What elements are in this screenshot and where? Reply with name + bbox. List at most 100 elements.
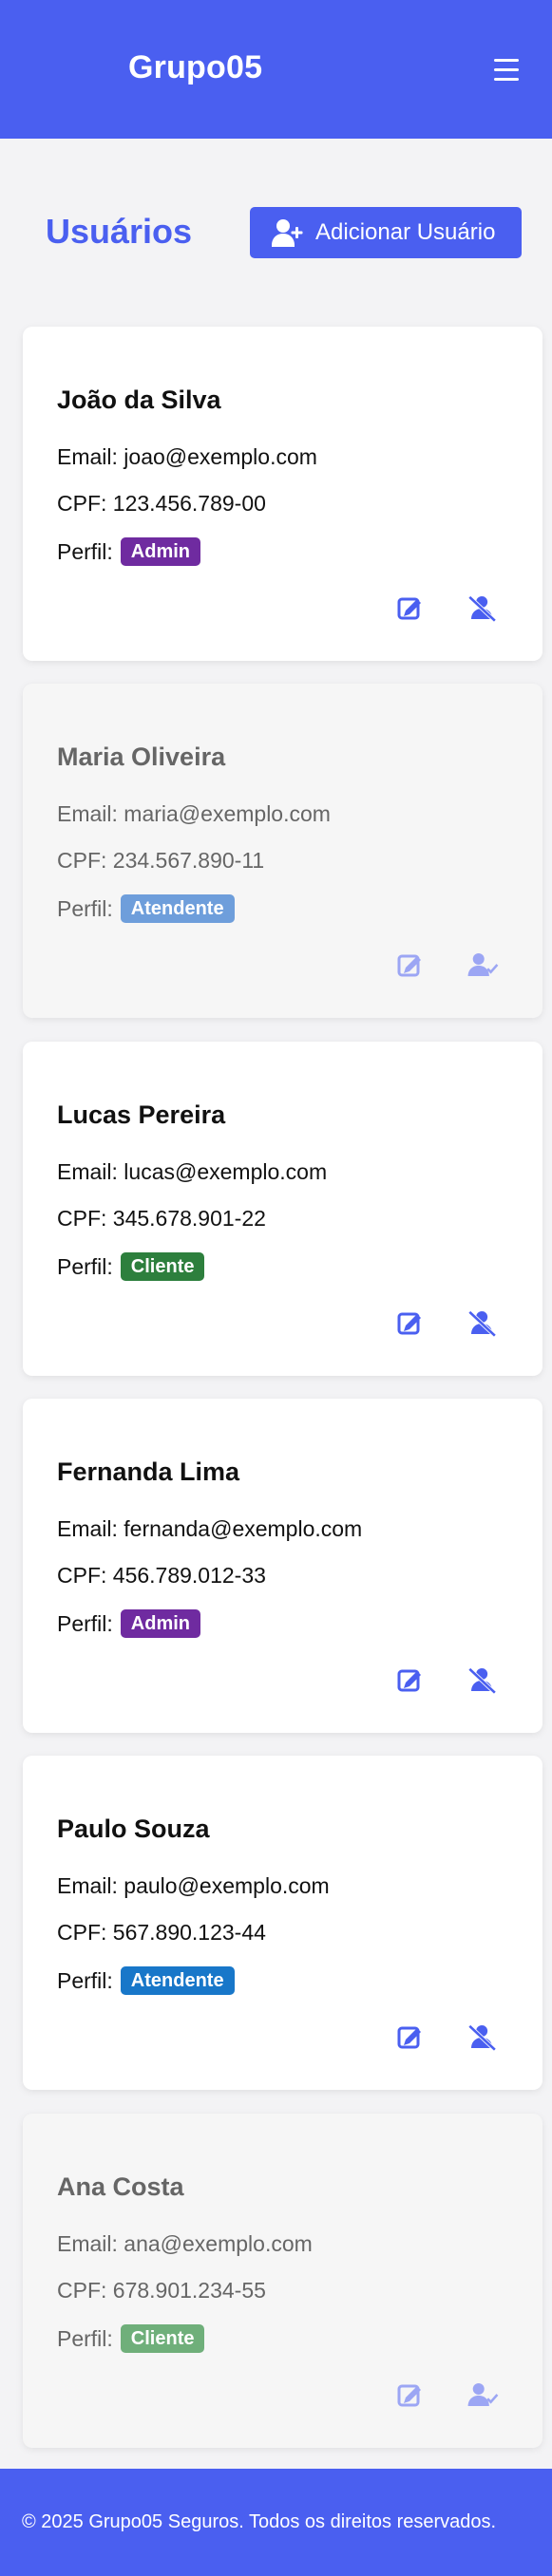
user-cpf-line: CPF: 678.901.234-55 xyxy=(57,2278,508,2303)
edit-icon xyxy=(397,1312,421,1335)
user-cpf-line: CPF: 456.789.012-33 xyxy=(57,1563,508,1589)
role-label: Perfil: xyxy=(57,2325,113,2351)
user-deactivate-icon xyxy=(467,595,497,623)
card-actions xyxy=(393,948,500,982)
user-email: joao@exemplo.com xyxy=(124,444,317,469)
role-label: Perfil: xyxy=(57,895,113,921)
user-email-line: Email: fernanda@exemplo.com xyxy=(57,1516,508,1542)
edit-user-button[interactable] xyxy=(393,2378,428,2412)
edit-user-button[interactable] xyxy=(393,948,428,982)
user-cpf-line: CPF: 567.890.123-44 xyxy=(57,1920,508,1946)
user-name: João da Silva xyxy=(57,385,221,414)
user-name: Paulo Souza xyxy=(57,1814,210,1843)
edit-icon xyxy=(397,2026,421,2049)
user-card: Paulo Souza Email: paulo@exemplo.com CPF… xyxy=(23,1756,542,2090)
cpf-label: CPF: xyxy=(57,848,107,873)
role-label: Perfil: xyxy=(57,538,113,564)
edit-user-button[interactable] xyxy=(393,1663,428,1697)
user-role-line: Perfil: Admin xyxy=(57,537,508,566)
role-badge: Cliente xyxy=(120,1252,205,1281)
role-label: Perfil: xyxy=(57,1253,113,1279)
user-deactivate-icon xyxy=(467,1310,497,1338)
user-name: Maria Oliveira xyxy=(57,743,226,771)
cpf-label: CPF: xyxy=(57,2278,107,2303)
edit-icon xyxy=(397,2384,421,2407)
user-name: Fernanda Lima xyxy=(57,1457,240,1486)
brand-title: Grupo05 xyxy=(128,49,263,85)
page-title: Usuários xyxy=(46,212,193,251)
user-card: Ana Costa Email: ana@exemplo.com CPF: 67… xyxy=(23,2114,542,2448)
user-email: paulo@exemplo.com xyxy=(124,1873,330,1898)
user-email: ana@exemplo.com xyxy=(124,2231,313,2256)
user-role-line: Perfil: Atendente xyxy=(57,894,508,923)
user-email: lucas@exemplo.com xyxy=(124,1159,328,1184)
email-label: Email: xyxy=(57,1516,118,1541)
deactivate-user-button[interactable] xyxy=(466,1663,500,1697)
email-label: Email: xyxy=(57,444,118,469)
user-cpf-line: CPF: 123.456.789-00 xyxy=(57,491,508,517)
page-title-row: Usuários Adicionar Usuário xyxy=(0,139,552,327)
deactivate-user-button[interactable] xyxy=(466,1306,500,1340)
role-badge: Admin xyxy=(120,1609,201,1638)
email-label: Email: xyxy=(57,1873,118,1898)
user-card: Fernanda Lima Email: fernanda@exemplo.co… xyxy=(23,1399,542,1733)
deactivate-user-button[interactable] xyxy=(466,591,500,625)
card-actions xyxy=(393,2378,500,2412)
user-cpf-line: CPF: 234.567.890-11 xyxy=(57,848,508,874)
footer-copyright: © 2025 Grupo05 Seguros. Todos os direito… xyxy=(22,2511,497,2532)
user-role-line: Perfil: Cliente xyxy=(57,1252,508,1281)
user-name: Lucas Pereira xyxy=(57,1100,226,1129)
user-cpf: 567.890.123-44 xyxy=(112,1920,266,1945)
top-header: Grupo05 xyxy=(0,0,552,139)
user-role-line: Perfil: Atendente xyxy=(57,1966,508,1995)
user-deactivate-icon xyxy=(467,1667,497,1695)
user-cpf: 234.567.890-11 xyxy=(112,848,265,873)
cpf-label: CPF: xyxy=(57,1563,107,1588)
edit-user-button[interactable] xyxy=(393,2020,428,2054)
user-check-icon xyxy=(467,2383,499,2406)
edit-icon xyxy=(397,954,421,977)
deactivate-user-button[interactable] xyxy=(466,2020,500,2054)
add-user-button[interactable]: Adicionar Usuário xyxy=(250,207,522,258)
cpf-label: CPF: xyxy=(57,1206,107,1231)
user-role-line: Perfil: Cliente xyxy=(57,2324,508,2353)
card-actions xyxy=(393,591,500,625)
activate-user-button[interactable] xyxy=(466,2378,500,2412)
edit-icon xyxy=(397,1669,421,1692)
hamburger-menu-icon-bottom-bar xyxy=(494,78,519,81)
user-cpf: 345.678.901-22 xyxy=(112,1206,266,1231)
user-email: fernanda@exemplo.com xyxy=(124,1516,363,1541)
role-label: Perfil: xyxy=(57,1610,113,1636)
user-card: Maria Oliveira Email: maria@exemplo.com … xyxy=(23,684,542,1018)
role-badge: Atendente xyxy=(120,1966,235,1995)
user-cpf: 678.901.234-55 xyxy=(112,2278,266,2303)
user-card: João da Silva Email: joao@exemplo.com CP… xyxy=(23,327,542,661)
activate-user-button[interactable] xyxy=(466,948,500,982)
user-plus-icon xyxy=(272,219,303,247)
page-footer: © 2025 Grupo05 Seguros. Todos os direito… xyxy=(0,2469,552,2576)
hamburger-menu-icon-middle-bar xyxy=(494,68,519,71)
user-card: Lucas Pereira Email: lucas@exemplo.com C… xyxy=(23,1042,542,1376)
user-email: maria@exemplo.com xyxy=(124,801,331,826)
edit-user-button[interactable] xyxy=(393,1306,428,1340)
card-actions xyxy=(393,1306,500,1340)
email-label: Email: xyxy=(57,2231,118,2256)
user-email-line: Email: joao@exemplo.com xyxy=(57,444,508,470)
hamburger-menu-icon-top-bar xyxy=(494,59,519,62)
edit-icon xyxy=(397,597,421,620)
user-role-line: Perfil: Admin xyxy=(57,1609,508,1638)
email-label: Email: xyxy=(57,801,118,826)
cpf-label: CPF: xyxy=(57,1920,107,1945)
user-email-line: Email: paulo@exemplo.com xyxy=(57,1873,508,1899)
role-label: Perfil: xyxy=(57,1967,113,1993)
user-cpf: 456.789.012-33 xyxy=(112,1563,266,1588)
user-deactivate-icon xyxy=(467,2024,497,2052)
role-badge: Atendente xyxy=(120,894,235,923)
user-cpf-line: CPF: 345.678.901-22 xyxy=(57,1206,508,1232)
email-label: Email: xyxy=(57,1159,118,1184)
card-actions xyxy=(393,1663,500,1697)
hamburger-menu-button[interactable] xyxy=(492,57,523,84)
edit-user-button[interactable] xyxy=(393,591,428,625)
cpf-label: CPF: xyxy=(57,491,107,516)
user-email-line: Email: maria@exemplo.com xyxy=(57,801,508,827)
